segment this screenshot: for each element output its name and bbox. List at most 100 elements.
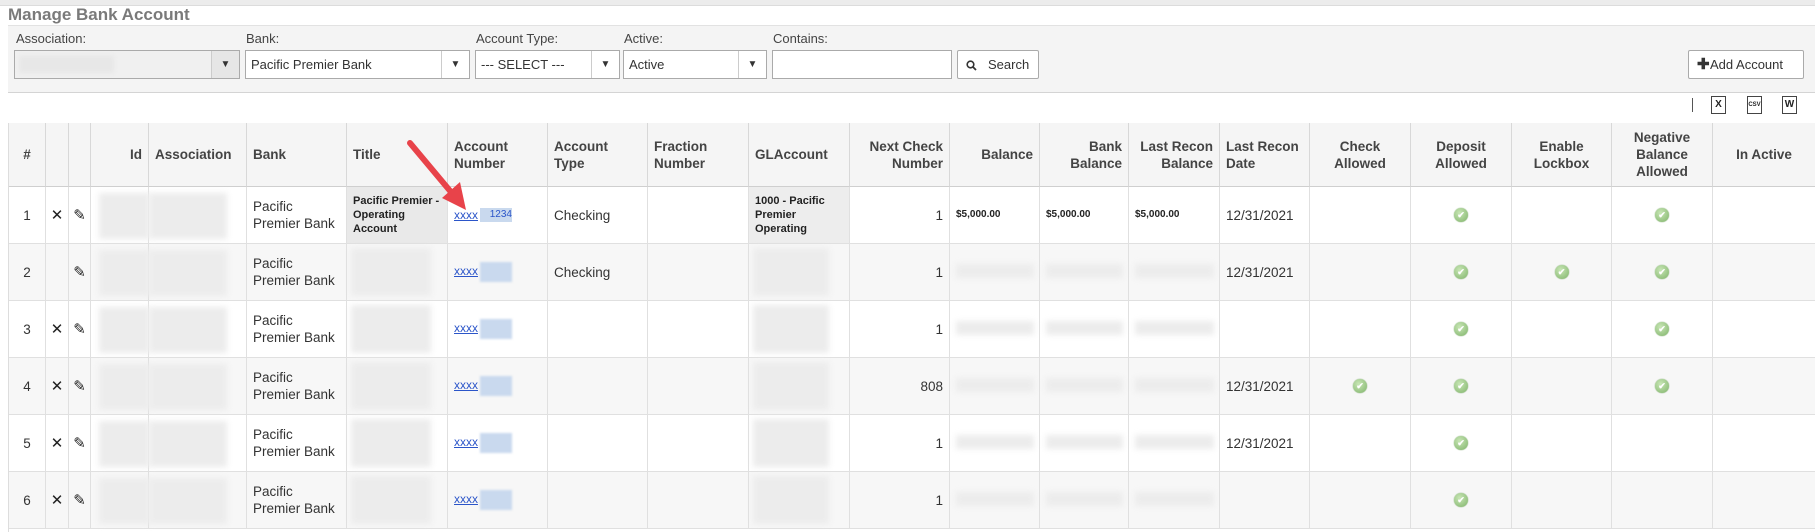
- column-header-bank-balance[interactable]: Bank Balance: [1040, 123, 1129, 187]
- csv-icon[interactable]: CSV: [1747, 96, 1762, 114]
- csv-icon-glyph: CSV: [1748, 102, 1761, 108]
- table-row: 3 ✕ ✎ Pacific Premier Bank xxxx 1 ✔ ✔: [9, 301, 1815, 358]
- add-account-button[interactable]: ✚ Add Account: [1688, 50, 1804, 79]
- cell-in-active: [1713, 358, 1815, 414]
- cell-last-recon-date: [1220, 301, 1310, 357]
- cell-account-number: xxxx: [448, 415, 548, 471]
- cell-check-allowed: [1310, 472, 1411, 528]
- association-select[interactable]: ▼: [14, 50, 240, 79]
- row-number: 5: [23, 435, 31, 451]
- column-header-last-recon-balance[interactable]: Last Recon Balance: [1129, 123, 1220, 187]
- redacted-id: [99, 307, 149, 353]
- column-header-deposit-allowed[interactable]: Deposit Allowed: [1411, 123, 1512, 187]
- cell-check-allowed: [1310, 301, 1411, 357]
- cell-bank-balance: [1040, 301, 1129, 357]
- contains-input[interactable]: [772, 50, 952, 79]
- delete-icon[interactable]: ✕: [51, 378, 64, 395]
- column-header-enable-lockbox[interactable]: Enable Lockbox: [1512, 123, 1612, 187]
- cell-in-active: [1713, 415, 1815, 471]
- cell-del: ✕: [46, 358, 69, 414]
- cell-in-active: [1713, 244, 1815, 300]
- chevron-down-icon: ▼: [211, 51, 239, 78]
- column-header-fraction-number[interactable]: Fraction Number: [648, 123, 749, 187]
- redacted-association: [149, 250, 227, 296]
- redacted-balance: [956, 264, 1034, 278]
- word-icon[interactable]: W: [1782, 96, 1797, 114]
- edit-pencil-icon[interactable]: ✎: [73, 492, 86, 509]
- column-header-negative-balance-allowed[interactable]: Negative Balance Allowed: [1612, 123, 1713, 187]
- checkmark-icon: ✔: [1454, 322, 1468, 336]
- column-header-balance[interactable]: Balance: [950, 123, 1040, 187]
- account-number-link[interactable]: xxxx: [454, 433, 512, 453]
- cell-enable-lockbox: [1512, 472, 1612, 528]
- column-header-gl-account[interactable]: GLAccount: [749, 123, 850, 187]
- redacted-id: [99, 193, 149, 239]
- cell-edit: ✎: [69, 301, 91, 357]
- cell-title: [347, 472, 448, 528]
- column-header-next-check-number[interactable]: Next Check Number: [850, 123, 950, 187]
- column-header-association[interactable]: Association: [149, 123, 247, 187]
- cell-edit: ✎: [69, 244, 91, 300]
- delete-icon[interactable]: ✕: [51, 207, 64, 224]
- cell-last-recon-balance: [1129, 472, 1220, 528]
- cell-id: [91, 244, 149, 300]
- delete-icon[interactable]: ✕: [51, 435, 64, 452]
- cell-deposit-allowed: ✔: [1411, 244, 1512, 300]
- redacted-id: [99, 421, 149, 467]
- cell-edit: ✎: [69, 358, 91, 414]
- delete-icon[interactable]: ✕: [51, 492, 64, 509]
- column-header-id[interactable]: Id: [91, 123, 149, 187]
- cell-num: 2: [9, 244, 46, 300]
- account-number-link[interactable]: xxxx: [454, 319, 512, 339]
- excel-icon[interactable]: X: [1711, 96, 1726, 114]
- account-type-select[interactable]: --- SELECT --- ▼: [475, 50, 620, 79]
- next-check-number: 1: [935, 207, 943, 223]
- cell-bank: Pacific Premier Bank: [247, 187, 347, 243]
- edit-pencil-icon[interactable]: ✎: [73, 378, 86, 395]
- redacted-title: [351, 476, 431, 524]
- account-number-link[interactable]: xxxx: [454, 262, 512, 282]
- edit-pencil-icon[interactable]: ✎: [73, 207, 86, 224]
- last-recon-date: 12/31/2021: [1226, 207, 1294, 223]
- cell-negative-balance-allowed: [1612, 472, 1713, 528]
- column-header-num[interactable]: #: [9, 123, 46, 187]
- redacted-bank-balance: [1046, 435, 1123, 449]
- redacted-id: [99, 364, 149, 410]
- table-row: 5 ✕ ✎ Pacific Premier Bank xxxx 1 12/31/2021 ✔: [9, 415, 1815, 472]
- checkmark-icon: ✔: [1554, 265, 1569, 279]
- cell-enable-lockbox: [1512, 187, 1612, 243]
- column-header-bank[interactable]: Bank: [247, 123, 347, 187]
- cell-title: [347, 415, 448, 471]
- cell-bank: Pacific Premier Bank: [247, 301, 347, 357]
- redacted-account-digits: 1234: [480, 208, 512, 223]
- cell-association: [149, 244, 247, 300]
- active-select[interactable]: Active ▼: [623, 50, 767, 79]
- column-header-check-allowed[interactable]: Check Allowed: [1310, 123, 1411, 187]
- cell-account-type: [548, 415, 648, 471]
- bank-select[interactable]: Pacific Premier Bank ▼: [245, 50, 470, 79]
- delete-icon[interactable]: ✕: [51, 321, 64, 338]
- redacted-id: [99, 478, 149, 524]
- page-title: Manage Bank Account: [8, 5, 190, 24]
- cell-negative-balance-allowed: ✔: [1612, 187, 1713, 243]
- column-header-account-type[interactable]: Account Type: [548, 123, 648, 187]
- checkmark-icon: ✔: [1454, 265, 1468, 279]
- column-header-edit: [69, 123, 91, 187]
- edit-pencil-icon[interactable]: ✎: [73, 321, 86, 338]
- account-number-link[interactable]: xxxx: [454, 490, 512, 510]
- column-header-in-active[interactable]: In Active: [1713, 123, 1815, 187]
- cell-next-check: 1: [850, 244, 950, 300]
- bank-label: Bank:: [246, 31, 280, 46]
- cell-in-active: [1713, 301, 1815, 357]
- last-recon-date: 12/31/2021: [1226, 264, 1294, 280]
- edit-pencil-icon[interactable]: ✎: [73, 264, 86, 281]
- row-number: 4: [23, 378, 31, 394]
- column-header-last-recon-date[interactable]: Last Recon Date: [1220, 123, 1310, 187]
- search-button[interactable]: Search: [957, 50, 1039, 79]
- edit-pencil-icon[interactable]: ✎: [73, 435, 86, 452]
- cell-enable-lockbox: [1512, 358, 1612, 414]
- plus-icon: ✚: [1697, 56, 1710, 73]
- account-number-link[interactable]: xxxx: [454, 376, 512, 396]
- checkmark-icon: ✔: [1655, 379, 1669, 393]
- account-number-text: xxxx: [454, 264, 478, 279]
